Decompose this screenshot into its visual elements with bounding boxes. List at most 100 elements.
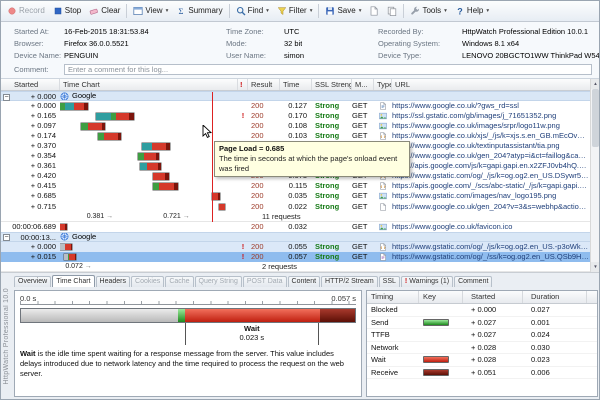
request-row[interactable]: + 0.7152000.022StrongGEThttps://www.goog…	[0, 202, 590, 212]
col-url[interactable]: URL	[392, 79, 590, 90]
chart-measure: 0.072 →	[65, 262, 91, 271]
warning-flag	[238, 222, 248, 232]
tab-headers[interactable]: Headers	[96, 276, 130, 287]
bar-segment-receive	[320, 309, 355, 322]
view-button[interactable]: View▾	[129, 4, 172, 18]
bar-segment-wait	[185, 309, 320, 322]
view-icon	[133, 6, 143, 16]
collapse-toggle[interactable]: −	[3, 234, 10, 241]
tab-time-chart[interactable]: Time Chart	[52, 275, 94, 287]
request-row[interactable]: + 0.0002000.127StrongGEThttps://www.goog…	[0, 101, 590, 111]
find-icon	[236, 6, 246, 16]
collapse-toggle[interactable]: −	[3, 94, 10, 101]
filter-button[interactable]: Filter▾	[273, 4, 317, 18]
dropdown-caret-icon: ▾	[444, 8, 447, 14]
request-time-bar	[142, 143, 170, 150]
timing-row[interactable]: TTFB+ 0.0270.024	[367, 329, 597, 342]
request-row[interactable]: 00:00:06.6892000.032GEThttps://www.googl…	[0, 222, 590, 232]
request-row[interactable]: + 0.6852000.035StrongGEThttps://www.gsta…	[0, 191, 590, 201]
request-count: 11 requests	[248, 212, 301, 221]
save-button[interactable]: Save▾	[321, 4, 365, 18]
svg-text:Σ: Σ	[179, 6, 184, 16]
session-field: Recorded By:HttpWatch Professional Editi…	[378, 26, 600, 37]
toolbar-separator	[403, 4, 404, 18]
timing-row[interactable]: Blocked+ 0.0000.027	[367, 304, 597, 317]
stop-label: Stop	[65, 6, 81, 15]
comment-input[interactable]	[64, 64, 592, 75]
tooltip-title: Page Load = 0.685	[219, 144, 405, 153]
col-result[interactable]: Result	[248, 79, 280, 90]
tab-http2-stream[interactable]: HTTP/2 Stream	[321, 276, 378, 287]
request-row[interactable]: + 0.4152000.115StrongGEThttps://apis.goo…	[0, 181, 590, 191]
find-button[interactable]: Find▾	[232, 4, 273, 18]
request-row[interactable]: + 0.1742000.103StrongGEThttps://www.goog…	[0, 131, 590, 141]
warning-flag	[238, 181, 248, 191]
summary-button[interactable]: Σ Summary	[172, 4, 226, 18]
dropdown-caret-icon: ▾	[266, 8, 269, 14]
page-title: Google	[72, 233, 96, 241]
image-icon	[379, 112, 387, 120]
timing-row[interactable]: Send+ 0.0270.001	[367, 317, 597, 330]
tab-query-string[interactable]: Query String	[195, 276, 242, 287]
col-method[interactable]: M...	[352, 79, 374, 90]
tools-button[interactable]: Tools▾	[406, 4, 450, 18]
timing-row[interactable]: Network+ 0.0280.030	[367, 342, 597, 355]
tools-label: Tools	[422, 6, 441, 15]
bar-segment-send	[178, 309, 185, 322]
timing-row[interactable]: Receive+ 0.0510.006	[367, 367, 597, 380]
request-time-bar	[60, 103, 88, 110]
tab-ssl[interactable]: SSL	[379, 276, 400, 287]
request-row[interactable]: + 0.015!2000.057StrongGEThttps://www.gst…	[0, 252, 590, 262]
scroll-down-arrow[interactable]: ▼	[591, 262, 600, 272]
col-time-chart[interactable]: Time Chart	[60, 79, 238, 90]
timing-col-timing[interactable]: Timing	[367, 291, 419, 303]
session-field: Operating System:Windows 8.1 x64	[378, 38, 600, 49]
page-group-row[interactable]: −00:00:13...Google	[0, 232, 590, 242]
request-row[interactable]: + 0.0972000.108StrongGEThttps://www.goog…	[0, 121, 590, 131]
save-label: Save	[337, 6, 355, 15]
timing-row[interactable]: Wait+ 0.0280.023	[367, 354, 597, 367]
clear-icon	[89, 6, 99, 16]
bar-segment-blocked	[21, 309, 178, 322]
timing-col-duration[interactable]: Duration	[523, 291, 587, 303]
export-button[interactable]	[365, 4, 383, 18]
clear-button[interactable]: Clear	[85, 4, 124, 18]
stop-button[interactable]: Stop	[49, 4, 85, 18]
col-ssl-strength[interactable]: SSL Strength	[312, 79, 352, 90]
page-group-row[interactable]: −+ 0.000Google	[0, 91, 590, 101]
tab-cache[interactable]: Cache	[165, 276, 193, 287]
scroll-thumb[interactable]	[592, 89, 599, 147]
request-row[interactable]: + 0.000!2000.055StrongGEThttps://www.gst…	[0, 242, 590, 252]
tab-content[interactable]: Content	[288, 276, 321, 287]
col-warning[interactable]: !	[238, 79, 248, 90]
summary-label: Summary	[188, 6, 222, 15]
tab-post-data[interactable]: POST Data	[243, 276, 287, 287]
col-started[interactable]: Started	[0, 79, 60, 90]
col-type[interactable]: Type	[374, 79, 392, 90]
wait-bracket-zone: Wait 0.023 s	[20, 323, 356, 346]
tab-overview[interactable]: Overview	[14, 276, 51, 287]
request-row[interactable]: + 0.165!2000.170StrongGEThttps://ssl.gst…	[0, 111, 590, 121]
vertical-scrollbar[interactable]: ▲ ▼	[590, 79, 600, 272]
tab-comment[interactable]: Comment	[454, 276, 492, 287]
html-icon	[379, 102, 387, 110]
record-button[interactable]: Record	[3, 4, 49, 18]
warning-flag	[238, 101, 248, 111]
tab-warnings[interactable]: !Warnings (1)	[401, 276, 453, 287]
sidebar-brand: HttpWatch Professional 10.0	[0, 272, 13, 400]
view-label: View	[145, 6, 162, 15]
time-ruler: 0.0 s 0.057 s	[20, 294, 356, 305]
script-icon	[379, 243, 387, 251]
request-count: 2 requests	[248, 262, 297, 271]
help-button[interactable]: ?Help▾	[451, 4, 493, 18]
timing-col-key[interactable]: Key	[419, 291, 463, 303]
scroll-up-arrow[interactable]: ▲	[591, 79, 600, 89]
tools-icon	[410, 6, 420, 16]
col-time[interactable]: Time	[280, 79, 312, 90]
tab-cookies[interactable]: Cookies	[131, 276, 164, 287]
request-time-bar	[219, 204, 224, 211]
timing-col-started[interactable]: Started	[463, 291, 523, 303]
request-time-bar	[153, 173, 169, 180]
copy-button[interactable]	[383, 4, 401, 18]
grid-header: Started Time Chart ! Result Time SSL Str…	[0, 79, 590, 91]
